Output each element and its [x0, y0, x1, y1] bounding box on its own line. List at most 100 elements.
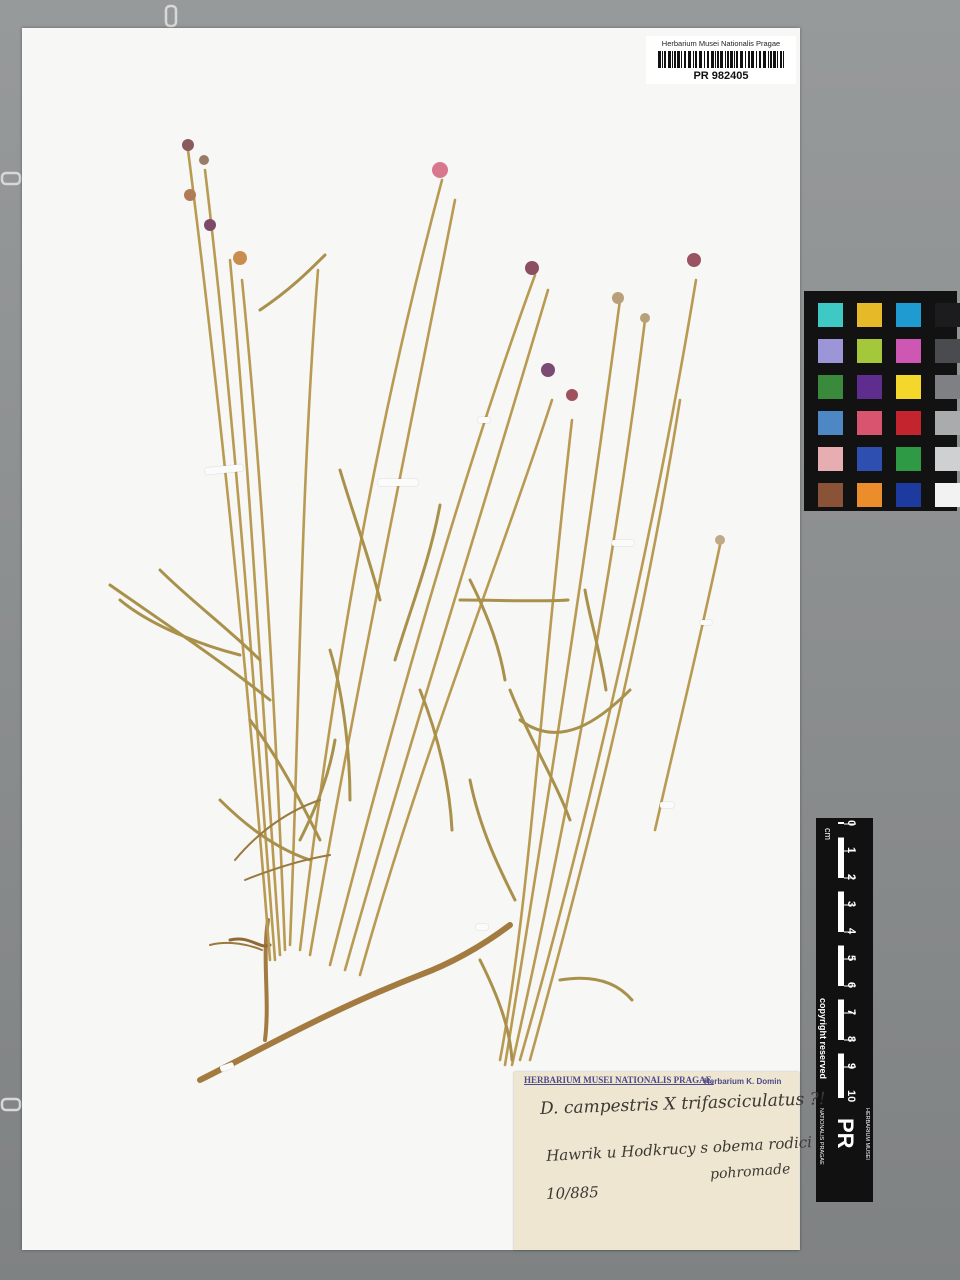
- barcode-bar: [780, 51, 782, 68]
- color-patch: [857, 447, 882, 471]
- ruler-segment: [838, 851, 844, 865]
- color-patch: [935, 483, 960, 507]
- barcode-bar: [720, 51, 723, 68]
- logo-line-2: NATIONALIS PRAGAE: [818, 1108, 824, 1165]
- mounting-strap: [378, 479, 418, 486]
- mounting-strap: [476, 924, 488, 930]
- barcode-label: Herbarium Musei Nationalis Pragae PR 982…: [646, 36, 796, 84]
- barcode-bar: [756, 51, 757, 68]
- barcode-bar: [770, 51, 772, 68]
- ruler-unit-label: cm: [823, 828, 833, 840]
- barcode-bar: [783, 51, 784, 68]
- barcode-bar: [773, 51, 776, 68]
- barcode-bar: [745, 51, 746, 68]
- mounting-strap: [478, 417, 490, 423]
- color-patch: [935, 303, 960, 327]
- barcode-bar: [699, 51, 702, 68]
- barcode-bar: [727, 51, 729, 68]
- ruler-segment: [838, 986, 844, 1000]
- collection-stamp: Herbarium K. Domin: [704, 1077, 782, 1086]
- barcode-bar: [734, 51, 735, 68]
- barcode-bar: [717, 51, 719, 68]
- institution-name: Herbarium Musei Nationalis Pragae: [661, 39, 781, 48]
- barcode-bar: [704, 51, 705, 68]
- color-patch: [896, 375, 921, 399]
- locality-line-2: pohromade: [709, 1161, 791, 1183]
- color-patch: [818, 411, 843, 435]
- ruler-segment: [838, 1067, 844, 1081]
- color-patch: [896, 483, 921, 507]
- barcode-icon: [658, 51, 784, 68]
- ruler-number: 7: [845, 1009, 857, 1015]
- color-patch: [857, 411, 882, 435]
- barcode-bar: [695, 51, 697, 68]
- barcode-bar: [688, 51, 691, 68]
- barcode-bar: [677, 51, 680, 68]
- color-patch: [818, 375, 843, 399]
- barcode-bar: [736, 51, 738, 68]
- ruler-number: 10: [845, 1090, 857, 1102]
- barcode-bar: [715, 51, 716, 68]
- color-patch: [857, 303, 882, 327]
- herbarium-label: HERBARIUM MUSEI NATIONALIS PRAGAE. Herba…: [514, 1072, 826, 1250]
- ruler-number: 1: [845, 847, 857, 853]
- ruler-number: 9: [845, 1063, 857, 1069]
- logo-pr: PR: [833, 1118, 858, 1149]
- color-patch: [818, 483, 843, 507]
- color-patch: [818, 303, 843, 327]
- ruler-number: 5: [845, 955, 857, 961]
- ruler-segment: [838, 905, 844, 919]
- barcode-bar: [684, 51, 686, 68]
- ruler-number: 8: [845, 1036, 857, 1042]
- color-patch: [818, 339, 843, 363]
- museum-stamp: HERBARIUM MUSEI NATIONALIS PRAGAE.: [524, 1075, 714, 1085]
- color-patch: [857, 375, 882, 399]
- barcode-bar: [730, 51, 733, 68]
- ruler-segment: [838, 959, 844, 973]
- barcode-bar: [658, 51, 661, 68]
- barcode-bar: [725, 51, 726, 68]
- barcode-bar: [751, 51, 754, 68]
- color-patch: [896, 411, 921, 435]
- color-patch: [935, 339, 960, 363]
- color-patch: [896, 303, 921, 327]
- barcode-bar: [668, 51, 671, 68]
- color-patch: [896, 339, 921, 363]
- mounting-strap: [612, 540, 634, 546]
- ruler-segment: [838, 1013, 844, 1027]
- barcode-bar: [681, 51, 682, 68]
- taxon-name: D. campestris X trifasciculatus ?!: [539, 1089, 826, 1119]
- mounting-strap: [660, 802, 674, 808]
- barcode-bar: [693, 51, 694, 68]
- barcode-bar: [759, 51, 761, 68]
- ruler-segment: [838, 824, 844, 838]
- ruler-segment: [838, 1040, 844, 1054]
- copyright-text: copyright reserved: [818, 998, 828, 1079]
- logo-line-1: HERBARIUM MUSEI: [864, 1108, 870, 1160]
- color-patch: [935, 375, 960, 399]
- ruler-segment: [838, 878, 844, 892]
- barcode-bar: [672, 51, 673, 68]
- barcode-bar: [707, 51, 709, 68]
- catalog-number: PR 982405: [693, 70, 749, 82]
- color-calibration-chart: [804, 291, 960, 511]
- barcode-bar: [674, 51, 676, 68]
- mounting-strap: [700, 620, 712, 625]
- ruler-number: 4: [845, 928, 857, 935]
- color-patch: [818, 447, 843, 471]
- color-patch: [857, 483, 882, 507]
- ruler-number: 3: [845, 901, 857, 907]
- color-patch: [857, 339, 882, 363]
- specimen-photo: Herbarium Musei Nationalis Pragae PR 982…: [0, 0, 960, 1280]
- color-patch: [935, 447, 960, 471]
- ruler-segment: [838, 932, 844, 946]
- color-patch: [896, 447, 921, 471]
- barcode-bar: [768, 51, 769, 68]
- collection-date: 10/885: [545, 1183, 600, 1203]
- ruler-number: 0: [845, 820, 857, 826]
- ruler-number: 2: [845, 874, 857, 880]
- barcode-bar: [711, 51, 714, 68]
- barcode-bar: [740, 51, 743, 68]
- barcode-bar: [748, 51, 750, 68]
- barcode-bar: [777, 51, 778, 68]
